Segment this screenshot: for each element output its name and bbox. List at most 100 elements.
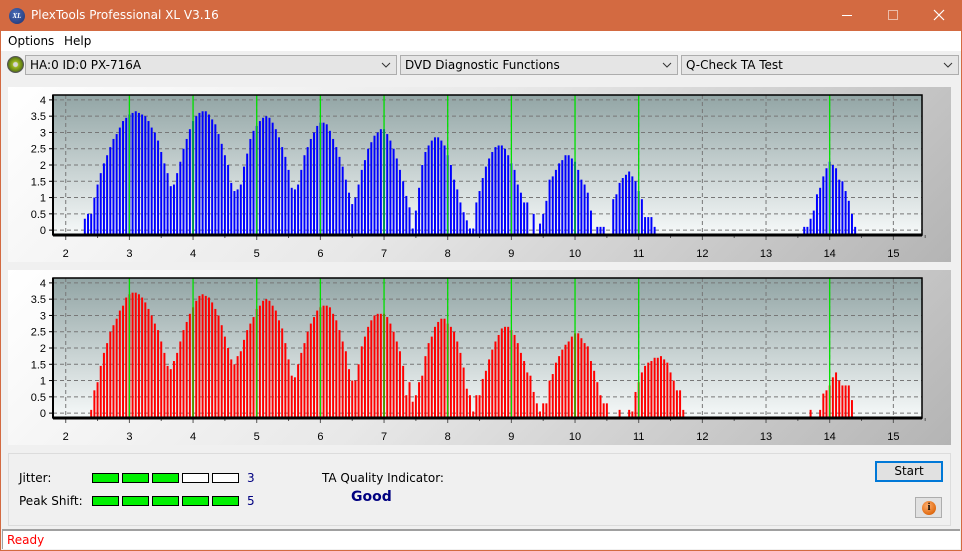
peak-shift-segment (212, 496, 239, 506)
drive-select[interactable]: HA:0 ID:0 PX-716A (25, 55, 397, 75)
lands-bar (265, 116, 268, 235)
minimize-button[interactable] (824, 0, 870, 31)
x-tick-label: 10 (569, 248, 581, 260)
lands-bar (841, 181, 844, 235)
lands-bar (287, 169, 290, 235)
lands-bar (83, 218, 86, 235)
pits-bar (367, 326, 370, 418)
close-button[interactable] (916, 0, 962, 31)
pits-bar (300, 352, 303, 418)
pits-bar (484, 370, 487, 418)
lands-bar (421, 165, 424, 235)
lands-bar (297, 184, 300, 235)
pits-bar (118, 310, 121, 418)
pits-bar (561, 349, 564, 418)
pits-bar (825, 390, 828, 418)
jitter-segment (212, 473, 239, 483)
lands-bar (243, 166, 245, 235)
pits-bar (580, 338, 583, 418)
lands-bar (125, 117, 128, 235)
pits-bar (137, 294, 140, 418)
lands-bar (835, 168, 838, 235)
lands-bar (284, 156, 287, 235)
pits-bar (233, 364, 236, 418)
lands-bar (427, 145, 430, 235)
lands-bar (395, 158, 398, 235)
lands-bar (398, 169, 401, 235)
pits-bar (469, 395, 471, 418)
x-tick-label: 12 (696, 431, 708, 443)
pits-bar (198, 295, 201, 418)
lands-bar (217, 134, 220, 235)
start-button[interactable]: Start (875, 461, 943, 482)
y-tick-label: 0.5 (31, 209, 46, 221)
pits-bar (379, 313, 382, 418)
pits-bar (666, 362, 669, 418)
pits-bar (421, 375, 424, 418)
pits-bar (462, 367, 465, 418)
pits-bar (284, 343, 287, 418)
lands-bar (278, 137, 280, 235)
pits-bar (262, 300, 265, 418)
test-select[interactable]: Q-Check TA Test (681, 55, 959, 75)
lands-bar (249, 138, 252, 235)
lands-bar (819, 187, 822, 235)
client-area: Options Help HA:0 ID:0 PX-716A DVD Diagn… (1, 31, 961, 550)
pits-bar (437, 321, 440, 418)
lands-bar (586, 192, 589, 235)
lands-bar (815, 194, 818, 235)
y-tick-label: 3 (40, 127, 46, 139)
lands-bar (647, 217, 650, 235)
function-select[interactable]: DVD Diagnostic Functions (400, 55, 678, 75)
pits-bar (478, 395, 481, 418)
y-tick-label: 0 (40, 408, 46, 420)
pits-bar (599, 395, 602, 418)
menu-help[interactable]: Help (64, 34, 91, 48)
pits-bar (287, 359, 290, 418)
menu-options[interactable]: Options (8, 34, 54, 48)
pits-bar (322, 305, 325, 418)
lands-bar (621, 178, 624, 235)
pits-bar (214, 308, 217, 418)
pits-bar (583, 343, 586, 418)
pits-bar (217, 315, 220, 418)
peak-shift-segment (92, 496, 119, 506)
lands-bar (615, 194, 618, 235)
lands-bar (437, 137, 440, 235)
pits-bar (558, 356, 561, 418)
x-tick-label: 11 (633, 431, 644, 443)
close-icon (933, 9, 945, 21)
pits-bar (659, 356, 662, 418)
pits-bar (675, 390, 678, 418)
pits-bar (634, 391, 637, 418)
lands-bar (542, 213, 545, 235)
lands-bar (227, 165, 230, 235)
jitter-segment (182, 473, 209, 483)
title-bar[interactable]: XL PlexTools Professional XL V3.16 (0, 0, 962, 31)
lands-bar (488, 158, 491, 235)
app-logo-icon: XL (9, 8, 25, 24)
lands-bar (484, 166, 487, 235)
minimize-icon (842, 15, 852, 16)
lands-bar (281, 147, 284, 235)
pits-chart-panel: 0 0.5 1 1.5 2 2.5 3 3.5 4 2 3 4 5 6 7 8 9 10 11 12 13 14 15 (8, 270, 951, 445)
lands-bar (185, 138, 188, 235)
pits-bar (370, 320, 373, 418)
pits-bar (243, 339, 245, 418)
lands-bar (290, 187, 293, 235)
lands-bar (453, 179, 456, 235)
lands-bar (348, 192, 351, 235)
lands-bar (220, 143, 223, 235)
lands-bar (363, 160, 366, 235)
pits-bar (125, 297, 128, 418)
pits-bar (554, 362, 557, 418)
pits-bar (475, 395, 478, 418)
pits-bar (201, 294, 204, 418)
lands-bar (268, 117, 271, 235)
info-button[interactable]: i (915, 497, 942, 518)
lands-bar (516, 184, 519, 235)
maximize-button[interactable] (870, 0, 916, 31)
peak-shift-segment (122, 496, 149, 506)
lands-bar (809, 218, 812, 235)
y-tick-label: 1 (40, 376, 46, 388)
